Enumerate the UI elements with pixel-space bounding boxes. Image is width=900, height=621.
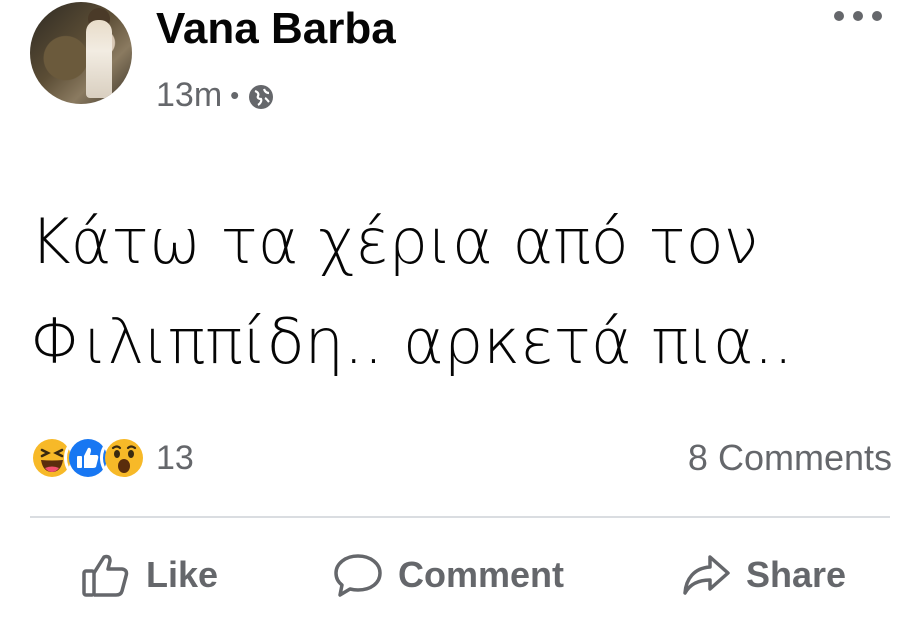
more-dot	[853, 11, 863, 21]
globe-icon[interactable]	[247, 81, 275, 109]
share-label: Share	[746, 554, 847, 595]
more-options-icon[interactable]	[834, 6, 882, 26]
comment-bubble-icon	[332, 551, 384, 599]
divider	[30, 516, 890, 518]
comment-button[interactable]: Comment	[332, 540, 564, 610]
like-button[interactable]: Like	[80, 540, 218, 610]
meta-separator: •	[230, 79, 240, 110]
avatar[interactable]	[30, 2, 132, 104]
more-dot	[872, 11, 882, 21]
wow-icon	[100, 434, 148, 482]
comment-label: Comment	[398, 554, 565, 595]
reactions-summary[interactable]: 13	[28, 434, 194, 482]
thumbs-up-icon	[80, 551, 132, 599]
post-text: Κάτω τα χέρια από τον Φιλιππίδη.. αρκετά…	[30, 205, 794, 378]
facebook-post: Vana Barba 13m • Κάτω τα χέρια από τον Φ…	[0, 0, 900, 621]
more-dot	[834, 11, 844, 21]
avatar-figure	[86, 20, 112, 98]
post-time[interactable]: 13m	[156, 76, 222, 115]
reaction-count: 13	[156, 438, 194, 477]
post-meta: 13m •	[156, 74, 275, 116]
author-name[interactable]: Vana Barba	[156, 4, 396, 54]
like-label: Like	[146, 554, 219, 595]
action-bar: Like Comment Share	[0, 540, 900, 610]
share-arrow-icon	[680, 551, 732, 599]
comments-count[interactable]: 8 Comments	[688, 434, 892, 482]
share-button[interactable]: Share	[680, 540, 846, 610]
